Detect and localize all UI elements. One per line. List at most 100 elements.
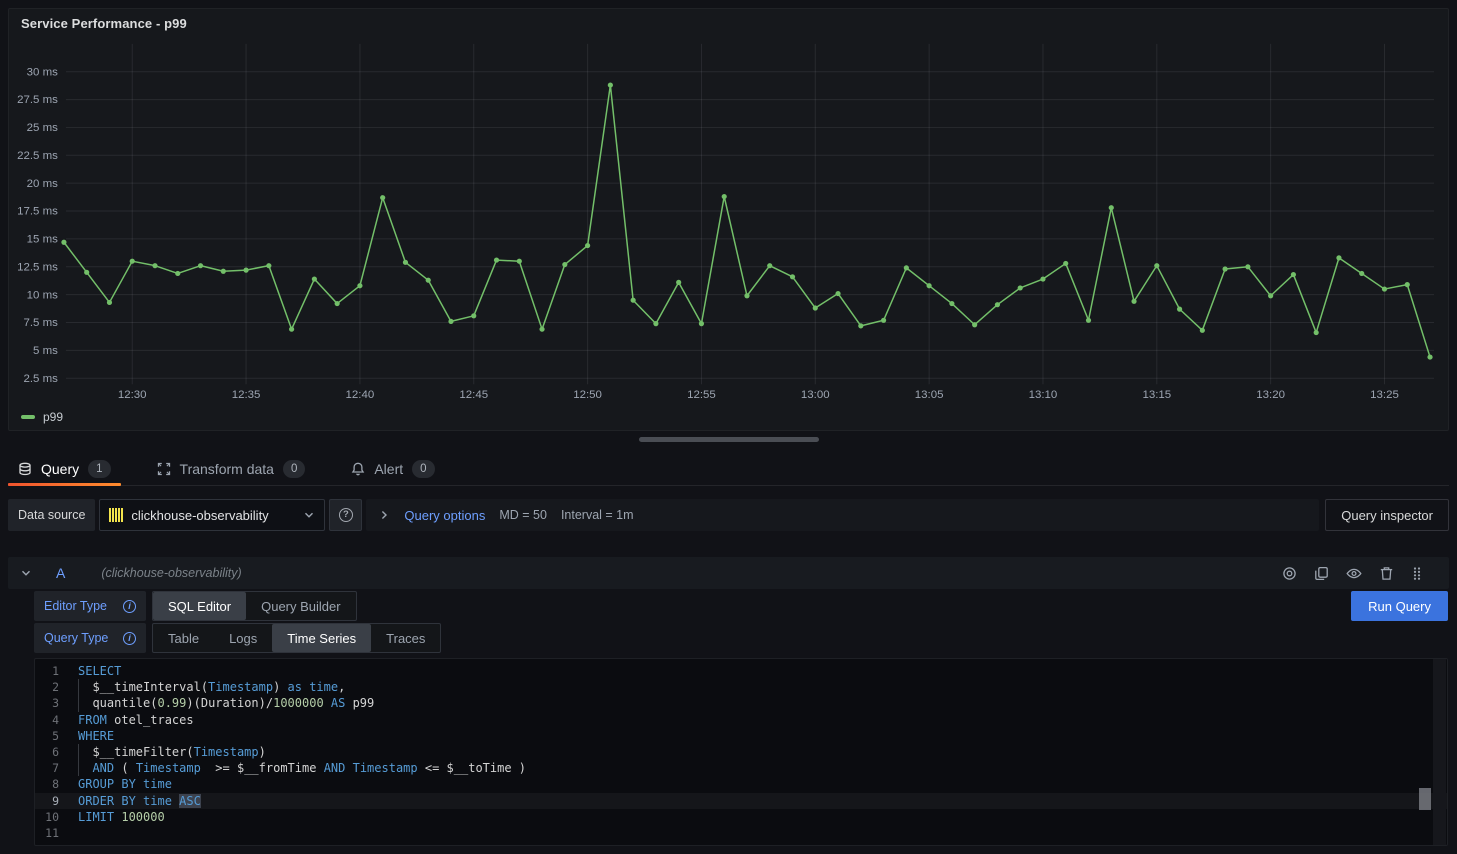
code-text: GROUP BY time bbox=[78, 776, 172, 792]
indent-guide bbox=[78, 679, 79, 695]
query-type-option-traces[interactable]: Traces bbox=[371, 624, 440, 652]
query-type-option-table[interactable]: Table bbox=[153, 624, 214, 652]
svg-text:27.5 ms: 27.5 ms bbox=[17, 94, 58, 106]
clickhouse-logo-icon bbox=[109, 508, 123, 522]
line-number: 2 bbox=[35, 679, 59, 695]
editor-type-option-sql-editor[interactable]: SQL Editor bbox=[153, 592, 246, 620]
query-options-toggle[interactable]: Query options bbox=[404, 508, 485, 523]
indent-guide bbox=[78, 744, 79, 760]
code-text: SELECT bbox=[78, 663, 121, 679]
editor-scrollbar-slider[interactable] bbox=[1419, 788, 1431, 810]
svg-text:12:40: 12:40 bbox=[346, 389, 375, 401]
sql-editor[interactable]: 1 SELECT2 $__timeInterval(Timestamp) as t… bbox=[34, 658, 1448, 846]
hide-response-eye-icon[interactable] bbox=[1346, 566, 1362, 581]
panel-title: Service Performance - p99 bbox=[21, 16, 187, 31]
bell-icon bbox=[351, 462, 365, 476]
disable-query-icon[interactable] bbox=[1282, 566, 1297, 581]
sql-line-4[interactable]: 4FROM otel_traces bbox=[35, 712, 1447, 728]
editor-type-row: Editor Type i SQL EditorQuery Builder bbox=[34, 591, 357, 621]
code-text: WHERE bbox=[78, 728, 114, 744]
editor-type-option-query-builder[interactable]: Query Builder bbox=[246, 592, 355, 620]
chart-legend: p99 bbox=[21, 410, 63, 424]
info-icon[interactable]: i bbox=[123, 600, 136, 613]
tab-transform-label: Transform data bbox=[180, 461, 274, 477]
datasource-row: Data source clickhouse-observability ? Q… bbox=[8, 499, 1449, 531]
line-number: 3 bbox=[35, 695, 59, 711]
tab-query[interactable]: Query 1 bbox=[8, 452, 121, 485]
svg-text:13:00: 13:00 bbox=[801, 389, 830, 401]
query-datasource-hint: (clickhouse-observability) bbox=[101, 566, 241, 580]
svg-text:12:45: 12:45 bbox=[459, 389, 488, 401]
drag-handle-icon[interactable] bbox=[1411, 566, 1423, 581]
sql-line-3[interactable]: 3 quantile(0.99)(Duration)/1000000 AS p9… bbox=[35, 695, 1447, 711]
delete-query-trash-icon[interactable] bbox=[1379, 566, 1394, 581]
editor-tab-bar: Query 1 Transform data 0 bbox=[8, 452, 1449, 486]
run-query-button[interactable]: Run Query bbox=[1351, 591, 1448, 621]
sql-line-9[interactable]: 9ORDER BY time ASC bbox=[35, 793, 1447, 809]
query-type-label: Query Type i bbox=[34, 623, 146, 653]
sql-line-10[interactable]: 10LIMIT 100000 bbox=[35, 809, 1447, 825]
query-row-header[interactable]: A (clickhouse-observability) bbox=[8, 557, 1449, 589]
query-options-bar: Query options MD = 50 Interval = 1m bbox=[366, 499, 1319, 531]
query-type-radio-group: TableLogsTime SeriesTraces bbox=[152, 623, 441, 653]
line-number: 8 bbox=[35, 776, 59, 792]
database-icon bbox=[18, 462, 32, 476]
sql-line-7[interactable]: 7 AND ( Timestamp >= $__fromTime AND Tim… bbox=[35, 760, 1447, 776]
line-number: 9 bbox=[35, 793, 59, 809]
code-text: quantile(0.99)(Duration)/1000000 AS p99 bbox=[78, 695, 374, 711]
query-type-option-logs[interactable]: Logs bbox=[214, 624, 272, 652]
svg-text:13:10: 13:10 bbox=[1029, 389, 1058, 401]
editor-type-label: Editor Type i bbox=[34, 591, 146, 621]
query-inspector-button[interactable]: Query inspector bbox=[1325, 499, 1449, 531]
query-type-option-time-series[interactable]: Time Series bbox=[272, 624, 371, 652]
svg-text:13:25: 13:25 bbox=[1370, 389, 1399, 401]
line-number: 6 bbox=[35, 744, 59, 760]
panel-resize-handle[interactable] bbox=[639, 437, 819, 442]
svg-text:12:55: 12:55 bbox=[687, 389, 716, 401]
indent-guide bbox=[78, 760, 79, 776]
svg-text:20 ms: 20 ms bbox=[27, 178, 59, 190]
svg-text:12.5 ms: 12.5 ms bbox=[17, 261, 58, 273]
tab-query-label: Query bbox=[41, 461, 79, 477]
datasource-help-button[interactable]: ? bbox=[329, 499, 362, 531]
tab-alert[interactable]: Alert 0 bbox=[341, 452, 444, 485]
legend-series-label[interactable]: p99 bbox=[43, 410, 63, 424]
svg-text:15 ms: 15 ms bbox=[27, 234, 59, 246]
sql-line-8[interactable]: 8 GROUP BY time bbox=[35, 776, 1447, 792]
line-number: 7 bbox=[35, 760, 59, 776]
sql-line-2[interactable]: 2 $__timeInterval(Timestamp) as time, bbox=[35, 679, 1447, 695]
active-tab-underline bbox=[8, 483, 121, 486]
code-text: AND ( Timestamp >= $__fromTime AND Times… bbox=[78, 760, 526, 776]
query-type-row: Query Type i TableLogsTime SeriesTraces bbox=[34, 623, 441, 653]
svg-text:12:35: 12:35 bbox=[232, 389, 261, 401]
sql-line-6[interactable]: 6 $__timeFilter(Timestamp) bbox=[35, 744, 1447, 760]
svg-text:17.5 ms: 17.5 ms bbox=[17, 206, 58, 218]
code-text: FROM otel_traces bbox=[78, 712, 194, 728]
info-icon[interactable]: i bbox=[123, 632, 136, 645]
svg-text:5 ms: 5 ms bbox=[33, 345, 58, 357]
sql-line-1[interactable]: 1 SELECT bbox=[35, 663, 1447, 679]
max-data-points-stat: MD = 50 bbox=[499, 508, 547, 522]
line-number: 1 bbox=[35, 663, 59, 679]
code-text: $__timeFilter(Timestamp) bbox=[78, 744, 266, 760]
query-ref-id: A bbox=[56, 565, 65, 581]
sql-line-11[interactable]: 11 bbox=[35, 825, 1447, 841]
chevron-right-icon[interactable] bbox=[378, 509, 390, 521]
panel-edit-page: 2.5 ms5 ms7.5 ms10 ms12.5 ms15 ms17.5 ms… bbox=[0, 0, 1457, 854]
svg-text:10 ms: 10 ms bbox=[27, 289, 59, 301]
tab-transform-data[interactable]: Transform data 0 bbox=[147, 452, 316, 485]
duplicate-query-icon[interactable] bbox=[1314, 566, 1329, 581]
timeseries-chart[interactable]: 2.5 ms5 ms7.5 ms10 ms12.5 ms15 ms17.5 ms… bbox=[9, 9, 1448, 430]
chevron-down-icon bbox=[303, 509, 315, 521]
timeseries-panel: 2.5 ms5 ms7.5 ms10 ms12.5 ms15 ms17.5 ms… bbox=[8, 8, 1449, 431]
tab-alert-count-badge: 0 bbox=[412, 460, 434, 478]
tab-transform-count-badge: 0 bbox=[283, 460, 305, 478]
datasource-picker[interactable]: clickhouse-observability bbox=[99, 499, 325, 531]
sql-line-5[interactable]: 5WHERE bbox=[35, 728, 1447, 744]
collapse-chevron-icon[interactable] bbox=[20, 567, 32, 579]
legend-series-swatch bbox=[21, 415, 35, 419]
datasource-label: Data source bbox=[8, 499, 95, 531]
transform-icon bbox=[157, 462, 171, 476]
svg-text:13:05: 13:05 bbox=[915, 389, 944, 401]
svg-text:25 ms: 25 ms bbox=[27, 122, 59, 134]
